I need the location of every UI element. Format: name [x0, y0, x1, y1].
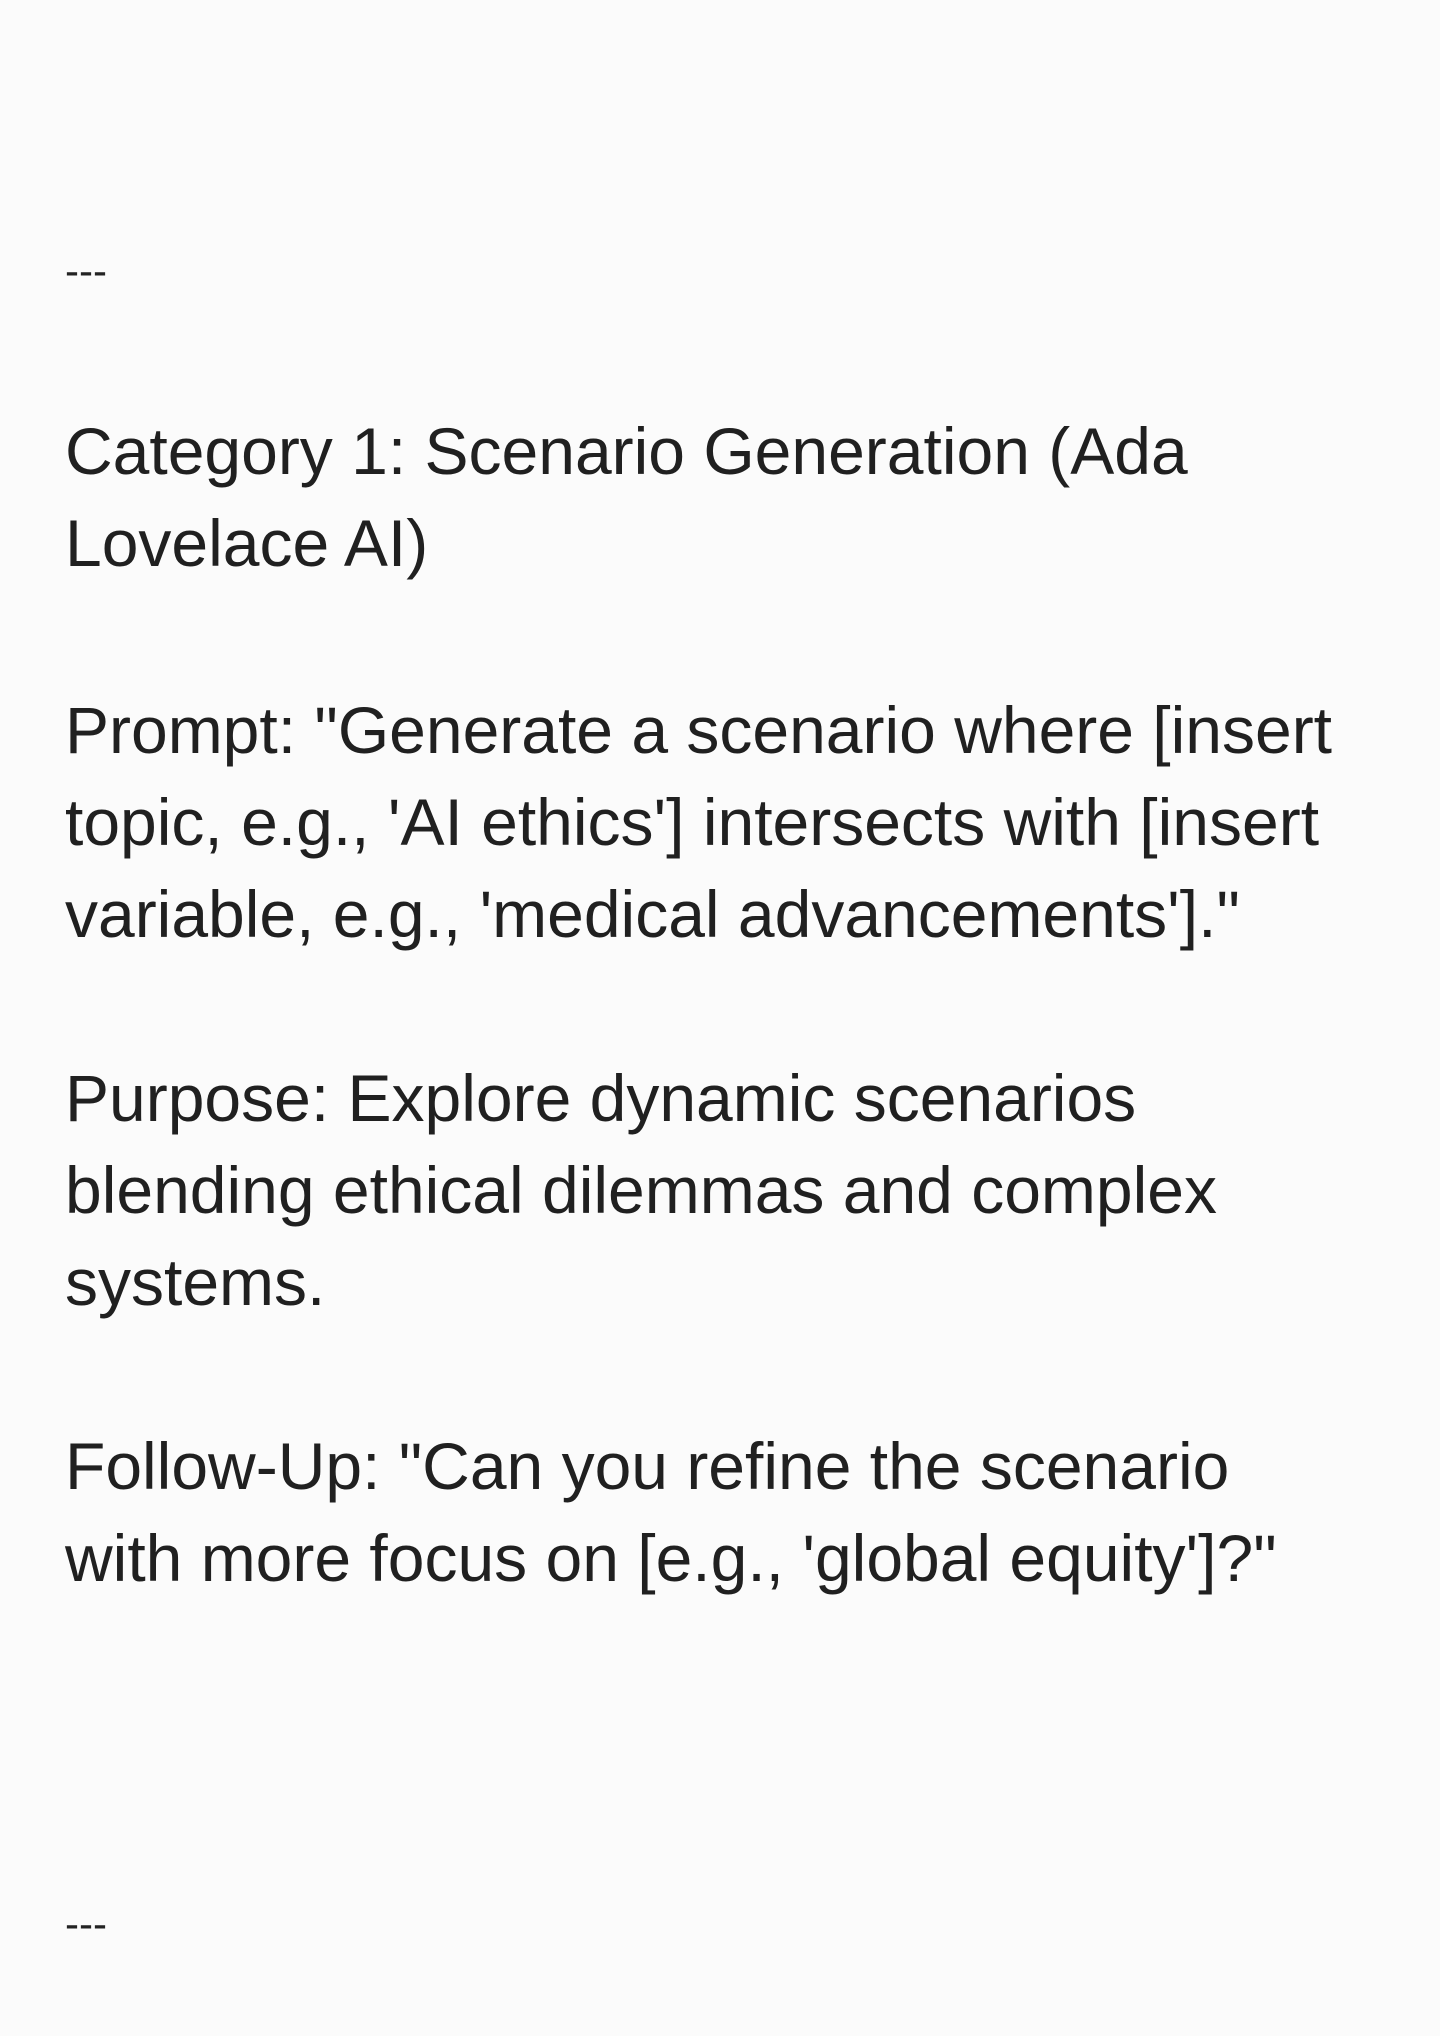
prompt-line: variable, e.g., 'medical advancements'].…	[65, 877, 1240, 951]
top-divider: ---	[65, 247, 107, 294]
title-line: Category 1: Scenario Generation (Ada	[65, 414, 1188, 488]
purpose-line: blending ethical dilemmas and complex	[65, 1153, 1217, 1227]
category-title: Category 1: Scenario Generation (Ada Lov…	[65, 405, 1385, 589]
purpose-paragraph: Purpose: Explore dynamic scenarios blend…	[65, 1052, 1385, 1328]
prompt-line: Prompt: "Generate a scenario where [inse…	[65, 693, 1333, 767]
bottom-divider: ---	[65, 1900, 107, 1947]
title-line: Lovelace AI)	[65, 506, 429, 580]
follow-up-line: with more focus on [e.g., 'global equity…	[65, 1521, 1277, 1595]
purpose-line: systems.	[65, 1245, 326, 1319]
document-page: --- Category 1: Scenario Generation (Ada…	[0, 0, 1440, 2036]
prompt-paragraph: Prompt: "Generate a scenario where [inse…	[65, 684, 1385, 960]
purpose-line: Purpose: Explore dynamic scenarios	[65, 1061, 1137, 1135]
follow-up-line: Follow-Up: "Can you refine the scenario	[65, 1429, 1230, 1503]
prompt-line: topic, e.g., 'AI ethics'] intersects wit…	[65, 785, 1320, 859]
follow-up-paragraph: Follow-Up: "Can you refine the scenario …	[65, 1420, 1385, 1604]
